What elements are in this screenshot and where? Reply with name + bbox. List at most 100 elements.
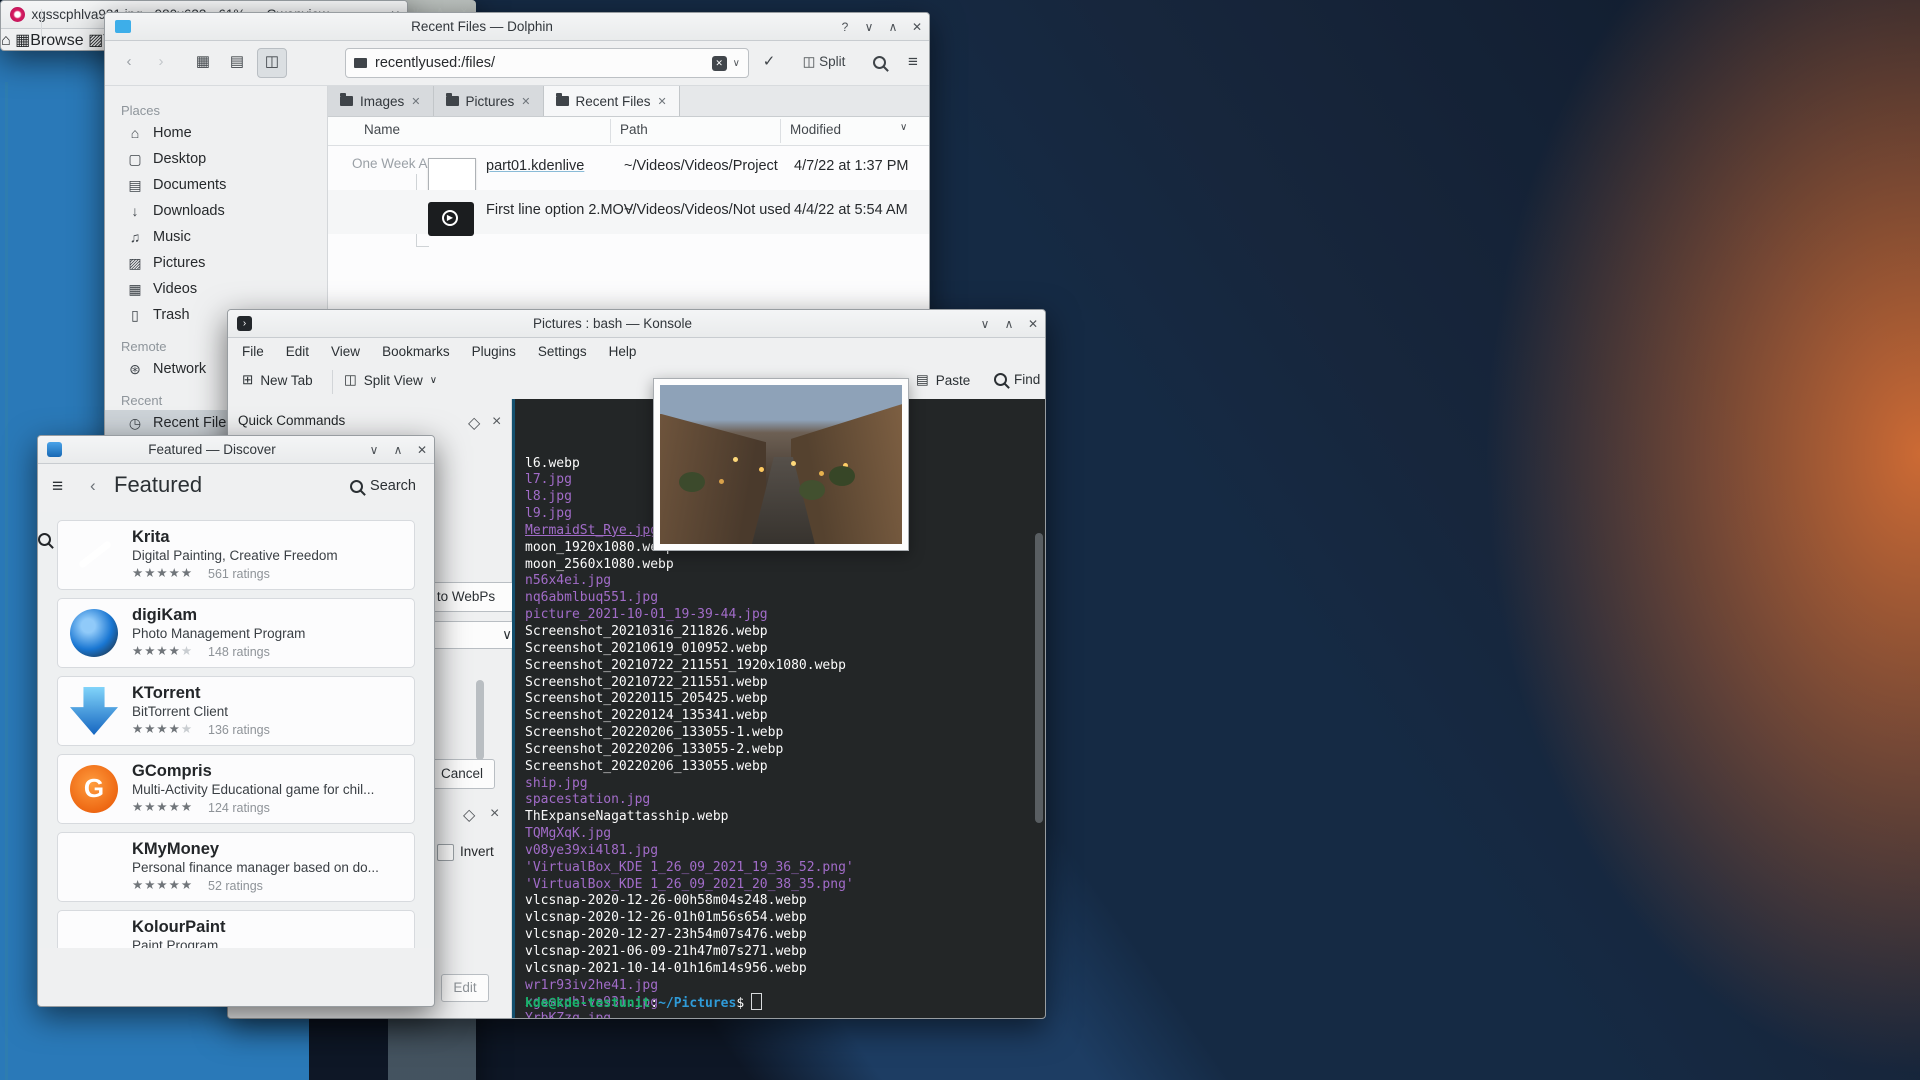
gwenview-app-icon xyxy=(10,7,25,22)
places-item[interactable]: Documents xyxy=(105,172,327,198)
hamburger-menu-icon[interactable]: ≡ xyxy=(901,48,925,76)
split-button[interactable]: ◫ Split xyxy=(789,48,859,76)
location-dropdown-icon[interactable]: ∨ xyxy=(733,58,740,69)
terminal-line: moon_2560x1080.webp xyxy=(525,556,674,572)
menu-item[interactable]: Settings xyxy=(538,344,587,359)
app-description: BitTorrent Client xyxy=(132,704,229,719)
places-item[interactable]: Home xyxy=(105,120,327,146)
clear-location-icon[interactable]: ✕ xyxy=(711,55,727,71)
places-item-icon xyxy=(125,224,145,250)
panel-scrollbar[interactable] xyxy=(476,680,484,760)
places-item[interactable]: Desktop xyxy=(105,146,327,172)
dolphin-titlebar[interactable]: Recent Files — Dolphin ? ∨ ∧ ✕ xyxy=(105,13,929,41)
places-item-icon xyxy=(125,356,145,382)
places-item[interactable]: Downloads xyxy=(105,198,327,224)
app-card[interactable]: KTorrent BitTorrent Client ★★★★★ 136 rat… xyxy=(57,676,415,746)
file-path: ~/Videos/Videos/Project xyxy=(624,158,778,174)
folder-tab[interactable]: Pictures ✕ xyxy=(433,86,544,116)
places-item[interactable]: Videos xyxy=(105,276,327,302)
file-rows: part01.kdenlive ~/Videos/Videos/Project … xyxy=(328,146,929,236)
menu-item[interactable]: Edit xyxy=(286,344,309,359)
konsole-window-title: Pictures : bash — Konsole xyxy=(532,316,693,331)
maximize-icon[interactable]: ∧ xyxy=(997,317,1021,331)
folder-icon xyxy=(445,93,459,106)
app-card[interactable]: GCompris Multi-Activity Educational game… xyxy=(57,754,415,824)
column-modified[interactable]: Modified xyxy=(790,122,841,137)
terminal-line: vlcsnap-2021-06-09-21h47m07s271.webp xyxy=(525,944,807,959)
sort-dropdown-icon[interactable]: ∨ xyxy=(900,122,907,133)
search-icon[interactable] xyxy=(867,48,891,76)
close-icon[interactable]: ✕ xyxy=(1021,317,1045,331)
invert-checkbox[interactable] xyxy=(437,844,454,861)
back-icon[interactable]: ‹ xyxy=(117,48,141,76)
find-button[interactable]: Find xyxy=(994,372,1040,387)
menu-item[interactable]: Bookmarks xyxy=(382,344,450,359)
app-card[interactable]: KolourPaint Paint Program xyxy=(57,910,415,948)
menu-item[interactable]: Plugins xyxy=(472,344,516,359)
app-card[interactable]: Krita Digital Painting, Creative Freedom… xyxy=(57,520,415,590)
float-icon[interactable]: ◇ xyxy=(468,413,480,433)
file-name: part01.kdenlive xyxy=(486,158,585,174)
new-tab-button[interactable]: ⊞ New Tab xyxy=(242,372,313,388)
location-bar[interactable]: recentlyused:/files/ ✕ ∨ xyxy=(345,48,749,78)
discover-titlebar[interactable]: Featured — Discover ∨ ∧ ✕ xyxy=(38,436,434,464)
close-tab-icon[interactable]: ✕ xyxy=(411,95,420,108)
terminal-toggle-icon[interactable]: ✓ xyxy=(757,48,781,76)
minimize-icon[interactable]: ∨ xyxy=(857,20,881,34)
close-icon[interactable]: ✕ xyxy=(905,20,929,34)
minimize-icon[interactable]: ∨ xyxy=(973,317,997,331)
file-row[interactable]: First line option 2.MOV ~/Videos/Videos/… xyxy=(328,190,929,236)
float-icon[interactable]: ◇ xyxy=(463,805,475,825)
terminal-line: YrbKZzq.jpg xyxy=(525,1011,1031,1018)
menu-item[interactable]: View xyxy=(331,344,360,359)
file-row[interactable]: part01.kdenlive ~/Videos/Videos/Project … xyxy=(328,146,929,194)
maximize-icon[interactable]: ∧ xyxy=(881,20,905,34)
icons-view-icon[interactable]: ▦ xyxy=(189,48,217,76)
app-card[interactable]: KMyMoney Personal finance manager based … xyxy=(57,832,415,902)
terminal-scrollbar[interactable] xyxy=(1035,533,1043,823)
close-tab-icon[interactable]: ✕ xyxy=(658,95,667,108)
back-icon[interactable]: ‹ xyxy=(90,476,96,496)
cancel-button[interactable]: Cancel xyxy=(429,759,495,789)
compact-view-icon[interactable]: ▤ xyxy=(223,48,251,76)
app-rating-count: 561 ratings xyxy=(208,567,270,581)
hamburger-menu-icon[interactable]: ≡ xyxy=(52,476,63,498)
close-panel-icon[interactable]: × xyxy=(490,805,499,823)
tab-label: Pictures xyxy=(465,93,515,109)
maximize-icon[interactable]: ∧ xyxy=(386,443,410,457)
column-path[interactable]: Path xyxy=(620,122,648,137)
folder-tab[interactable]: Recent Files ✕ xyxy=(543,86,680,116)
details-view-icon[interactable]: ◫ xyxy=(257,48,287,78)
places-item[interactable]: Music xyxy=(105,224,327,250)
column-headers: Name Path Modified ∨ xyxy=(328,117,929,146)
close-panel-icon[interactable]: × xyxy=(492,413,501,431)
location-text[interactable]: recentlyused:/files/ xyxy=(375,55,495,71)
split-view-button[interactable]: ◫ Split View ∨ xyxy=(344,372,437,388)
folder-tab[interactable]: Images ✕ xyxy=(328,86,434,116)
terminal-line: wr1r93iv2he41.jpg xyxy=(525,977,659,993)
paste-button[interactable]: ▤ Paste xyxy=(916,372,970,388)
places-item[interactable]: Pictures xyxy=(105,250,327,276)
terminal-line: ship.jpg xyxy=(525,775,588,791)
places-item-label: Pictures xyxy=(153,255,206,271)
terminal-line: Screenshot_20220206_133055-1.webp xyxy=(525,725,784,741)
close-icon[interactable]: ✕ xyxy=(410,443,434,457)
help-icon[interactable]: ? xyxy=(833,20,857,34)
app-icon xyxy=(70,687,118,735)
close-tab-icon[interactable]: ✕ xyxy=(521,95,530,108)
menu-item[interactable]: Help xyxy=(609,344,637,359)
app-rating-stars: ★★★★★ xyxy=(132,566,194,580)
browse-mode-button[interactable]: ▦Browse xyxy=(15,32,83,49)
menu-item[interactable]: File xyxy=(242,344,264,359)
app-card[interactable]: digiKam Photo Management Program ★★★★★ 1… xyxy=(57,598,415,668)
places-item[interactable]: Places xyxy=(105,92,327,120)
folder-icon xyxy=(354,58,367,68)
konsole-titlebar[interactable]: › Pictures : bash — Konsole ∨ ∧ ✕ xyxy=(228,310,1045,338)
column-name[interactable]: Name xyxy=(364,122,400,137)
search-button[interactable]: Search xyxy=(350,478,416,494)
edit-button[interactable]: Edit xyxy=(441,974,489,1002)
dolphin-toolbar: ‹ › ▦ ▤ ◫ recentlyused:/files/ ✕ ∨ ✓ ◫ S… xyxy=(105,41,929,86)
minimize-icon[interactable]: ∨ xyxy=(362,443,386,457)
home-icon[interactable]: ⌂ xyxy=(1,32,11,49)
forward-icon[interactable]: › xyxy=(149,48,173,76)
